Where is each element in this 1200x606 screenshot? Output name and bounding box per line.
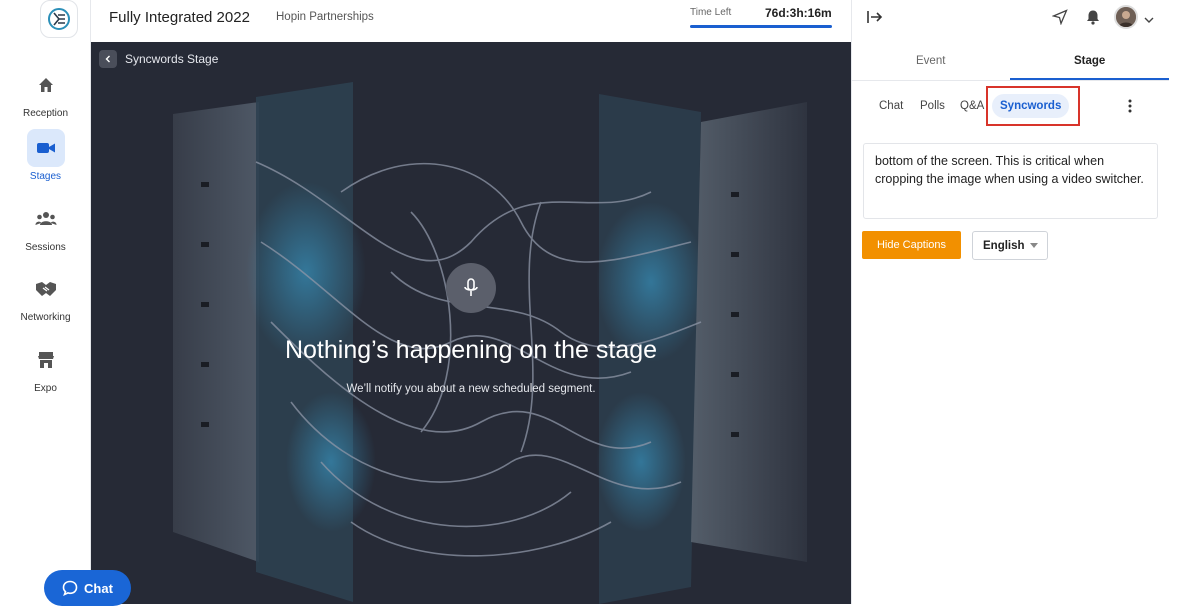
chevron-left-icon[interactable] [99, 50, 117, 68]
language-select[interactable]: English [972, 231, 1048, 260]
tab-event[interactable]: Event [916, 55, 945, 67]
syncwords-highlight-box [986, 86, 1080, 126]
chat-bubble-icon [62, 580, 78, 596]
tab-stage[interactable]: Stage [1074, 55, 1105, 67]
nav-item-reception[interactable]: Reception [0, 66, 91, 119]
caret-down-icon [1030, 243, 1038, 248]
nav-label-reception: Reception [22, 108, 69, 119]
event-header: Fully Integrated 2022 Hopin Partnerships… [91, 0, 851, 42]
language-select-value: English [983, 239, 1025, 252]
chat-button[interactable]: Chat [44, 570, 131, 606]
handshake-icon [27, 270, 65, 308]
time-left-value: 76d:3h:16m [765, 6, 832, 20]
event-logo-icon[interactable] [40, 0, 78, 38]
video-camera-icon [26, 129, 65, 167]
send-icon[interactable] [1051, 9, 1068, 30]
left-nav: Reception Stages Sessions Networking Exp… [0, 0, 91, 604]
organization-name[interactable]: Hopin Partnerships [276, 11, 374, 23]
time-left-progress-bar [690, 25, 832, 28]
group-icon [27, 200, 65, 238]
time-left-label: Time Left [690, 7, 732, 18]
chevron-down-icon[interactable] [1144, 11, 1154, 29]
nav-label-stages: Stages [29, 171, 62, 182]
stage-back-link[interactable]: Syncwords Stage [99, 50, 218, 68]
stage-area: Syncwords Stage Nothing’s happening on t… [91, 42, 851, 604]
event-title: Fully Integrated 2022 [109, 9, 250, 26]
stage-empty-heading: Nothing’s happening on the stage [284, 336, 658, 364]
subtab-chat[interactable]: Chat [879, 100, 903, 112]
nav-label-sessions: Sessions [25, 242, 66, 253]
chat-button-label: Chat [84, 580, 113, 596]
nav-item-sessions[interactable]: Sessions [0, 200, 91, 253]
nav-item-stages[interactable]: Stages [0, 129, 91, 182]
subtab-polls[interactable]: Polls [920, 100, 945, 112]
active-tab-indicator [1010, 78, 1169, 80]
caption-text-box: bottom of the screen. This is critical w… [863, 143, 1158, 219]
microphone-icon [446, 263, 496, 313]
home-icon [27, 66, 65, 104]
stage-background-image [173, 82, 807, 604]
storefront-icon [27, 341, 65, 379]
bell-icon[interactable] [1085, 9, 1101, 30]
hide-captions-button[interactable]: Hide Captions [862, 231, 961, 259]
stage-empty-subheading: We’ll notify you about a new scheduled s… [346, 383, 596, 395]
panel-tabs: Event Stage [852, 43, 1169, 81]
nav-item-expo[interactable]: Expo [0, 341, 91, 394]
stage-name: Syncwords Stage [125, 52, 219, 66]
more-options-icon[interactable] [1128, 99, 1132, 118]
nav-item-networking[interactable]: Networking [0, 270, 91, 323]
nav-label-expo: Expo [34, 383, 57, 394]
user-avatar[interactable] [1114, 5, 1138, 29]
right-panel: Event Stage Chat Polls Q&A Syncwords bot… [851, 0, 1200, 604]
nav-label-networking: Networking [20, 312, 71, 323]
collapse-panel-icon[interactable] [866, 9, 884, 30]
subtab-qa[interactable]: Q&A [960, 100, 984, 112]
